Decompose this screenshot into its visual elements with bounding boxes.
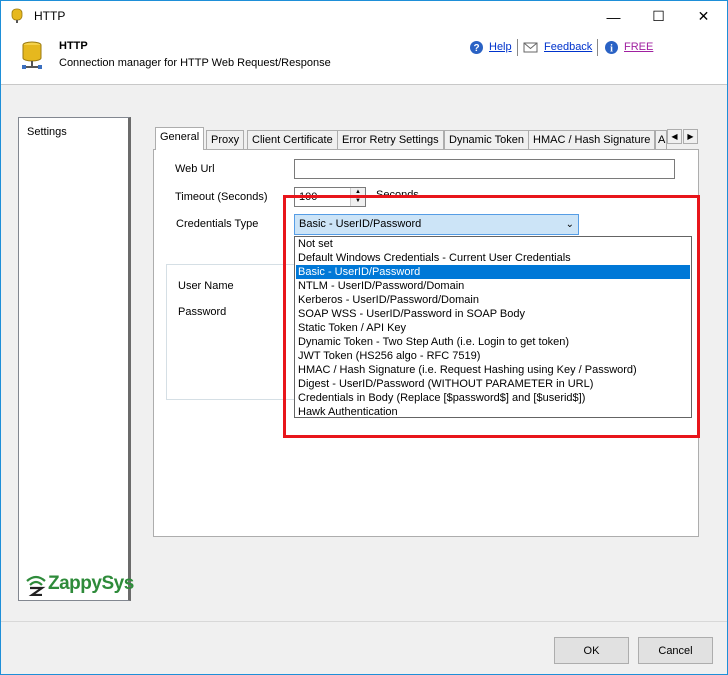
tab-error-retry-settings[interactable]: Error Retry Settings	[337, 130, 444, 150]
dropdown-option[interactable]: NTLM - UserID/Password/Domain	[296, 279, 690, 293]
password-label: Password	[178, 306, 227, 318]
dropdown-option[interactable]: Default Windows Credentials - Current Us…	[296, 251, 690, 265]
dropdown-option[interactable]: SOAP WSS - UserID/Password in SOAP Body	[296, 307, 690, 321]
header-panel: HTTP Connection manager for HTTP Web Req…	[1, 32, 727, 84]
spin-down-icon[interactable]: ▼	[351, 197, 365, 206]
dropdown-option[interactable]: JWT Token (HS256 algo - RFC 7519)	[296, 349, 690, 363]
dropdown-option-selected[interactable]: Basic - UserID/Password	[296, 265, 690, 279]
dropdown-option[interactable]: Dynamic Token - Two Step Auth (i.e. Logi…	[296, 335, 690, 349]
minimize-button[interactable]: —	[591, 1, 636, 32]
tab-client-certificate[interactable]: Client Certificate	[247, 130, 338, 150]
http-connection-dialog: HTTP — ☐ ✕ HTTP Connection manager for H…	[0, 0, 728, 675]
svg-text:i: i	[610, 44, 613, 55]
dropdown-option[interactable]: Credentials in Body (Replace [$password$…	[296, 391, 690, 405]
divider	[1, 621, 727, 622]
help-link[interactable]: Help	[489, 41, 512, 53]
dropdown-option[interactable]: HMAC / Hash Signature (i.e. Request Hash…	[296, 363, 690, 377]
tab-hmac-hash-signature[interactable]: HMAC / Hash Signature	[528, 130, 656, 150]
sidebar-item-settings[interactable]: Settings	[27, 126, 67, 138]
help-icon: ?	[470, 41, 483, 54]
wifi-logo-icon	[26, 575, 46, 596]
connection-icon	[22, 41, 42, 69]
tab-scroll-left-button[interactable]: ◀	[667, 129, 682, 144]
web-url-label: Web Url	[175, 163, 215, 175]
timeout-value: 100	[299, 191, 318, 203]
divider	[1, 84, 727, 85]
zappysys-logo: ZappySys	[26, 571, 136, 599]
database-icon	[11, 8, 23, 23]
dropdown-option[interactable]: Kerberos - UserID/Password/Domain	[296, 293, 690, 307]
maximize-button[interactable]: ☐	[636, 1, 681, 32]
title-bar: HTTP — ☐ ✕	[1, 1, 727, 32]
tab-dynamic-token[interactable]: Dynamic Token	[444, 130, 529, 150]
header-subtitle: Connection manager for HTTP Web Request/…	[59, 57, 331, 69]
logo-text: ZappySys	[48, 573, 134, 594]
credentials-type-label: Credentials Type	[176, 218, 259, 230]
free-link[interactable]: FREE	[624, 41, 653, 53]
tab-proxy[interactable]: Proxy	[206, 130, 245, 150]
dropdown-option[interactable]: Hawk Authentication	[296, 405, 690, 419]
credentials-selected-value: Basic - UserID/Password	[299, 218, 422, 230]
cancel-button[interactable]: Cancel	[638, 637, 713, 664]
header-title: HTTP	[59, 40, 88, 52]
web-url-input[interactable]	[294, 159, 675, 179]
chevron-down-icon: ⌄	[565, 219, 574, 230]
feedback-link[interactable]: Feedback	[544, 41, 592, 53]
info-icon: i	[605, 41, 618, 55]
mail-icon	[523, 42, 538, 53]
dropdown-option[interactable]: Static Token / API Key	[296, 321, 690, 335]
timeout-unit-label: Seconds	[376, 189, 419, 201]
svg-text:?: ?	[473, 43, 479, 54]
user-name-label: User Name	[178, 280, 234, 292]
dropdown-option[interactable]: Digest - UserID/Password (WITHOUT PARAME…	[296, 377, 690, 391]
credentials-dropdown-list: Not set Default Windows Credentials - Cu…	[294, 236, 692, 418]
divider	[597, 39, 598, 56]
tab-general[interactable]: General	[155, 127, 205, 150]
close-button[interactable]: ✕	[681, 1, 726, 32]
window-title: HTTP	[34, 9, 66, 23]
spin-up-icon[interactable]: ▲	[351, 188, 365, 197]
timeout-spinner[interactable]: 100 ▲ ▼	[294, 187, 366, 207]
settings-sidebar: Settings	[18, 117, 131, 601]
credentials-type-select[interactable]: Basic - UserID/Password ⌄	[294, 214, 579, 235]
tab-strip: General Proxy Client Certificate Error R…	[154, 127, 699, 150]
tab-scroll-right-button[interactable]: ▶	[683, 129, 698, 144]
spinner-buttons[interactable]: ▲ ▼	[350, 188, 365, 206]
tab-truncated[interactable]: A	[655, 130, 667, 150]
ok-button[interactable]: OK	[554, 637, 629, 664]
timeout-label: Timeout (Seconds)	[175, 191, 268, 203]
dropdown-option[interactable]: Not set	[296, 237, 690, 251]
divider	[517, 39, 518, 56]
